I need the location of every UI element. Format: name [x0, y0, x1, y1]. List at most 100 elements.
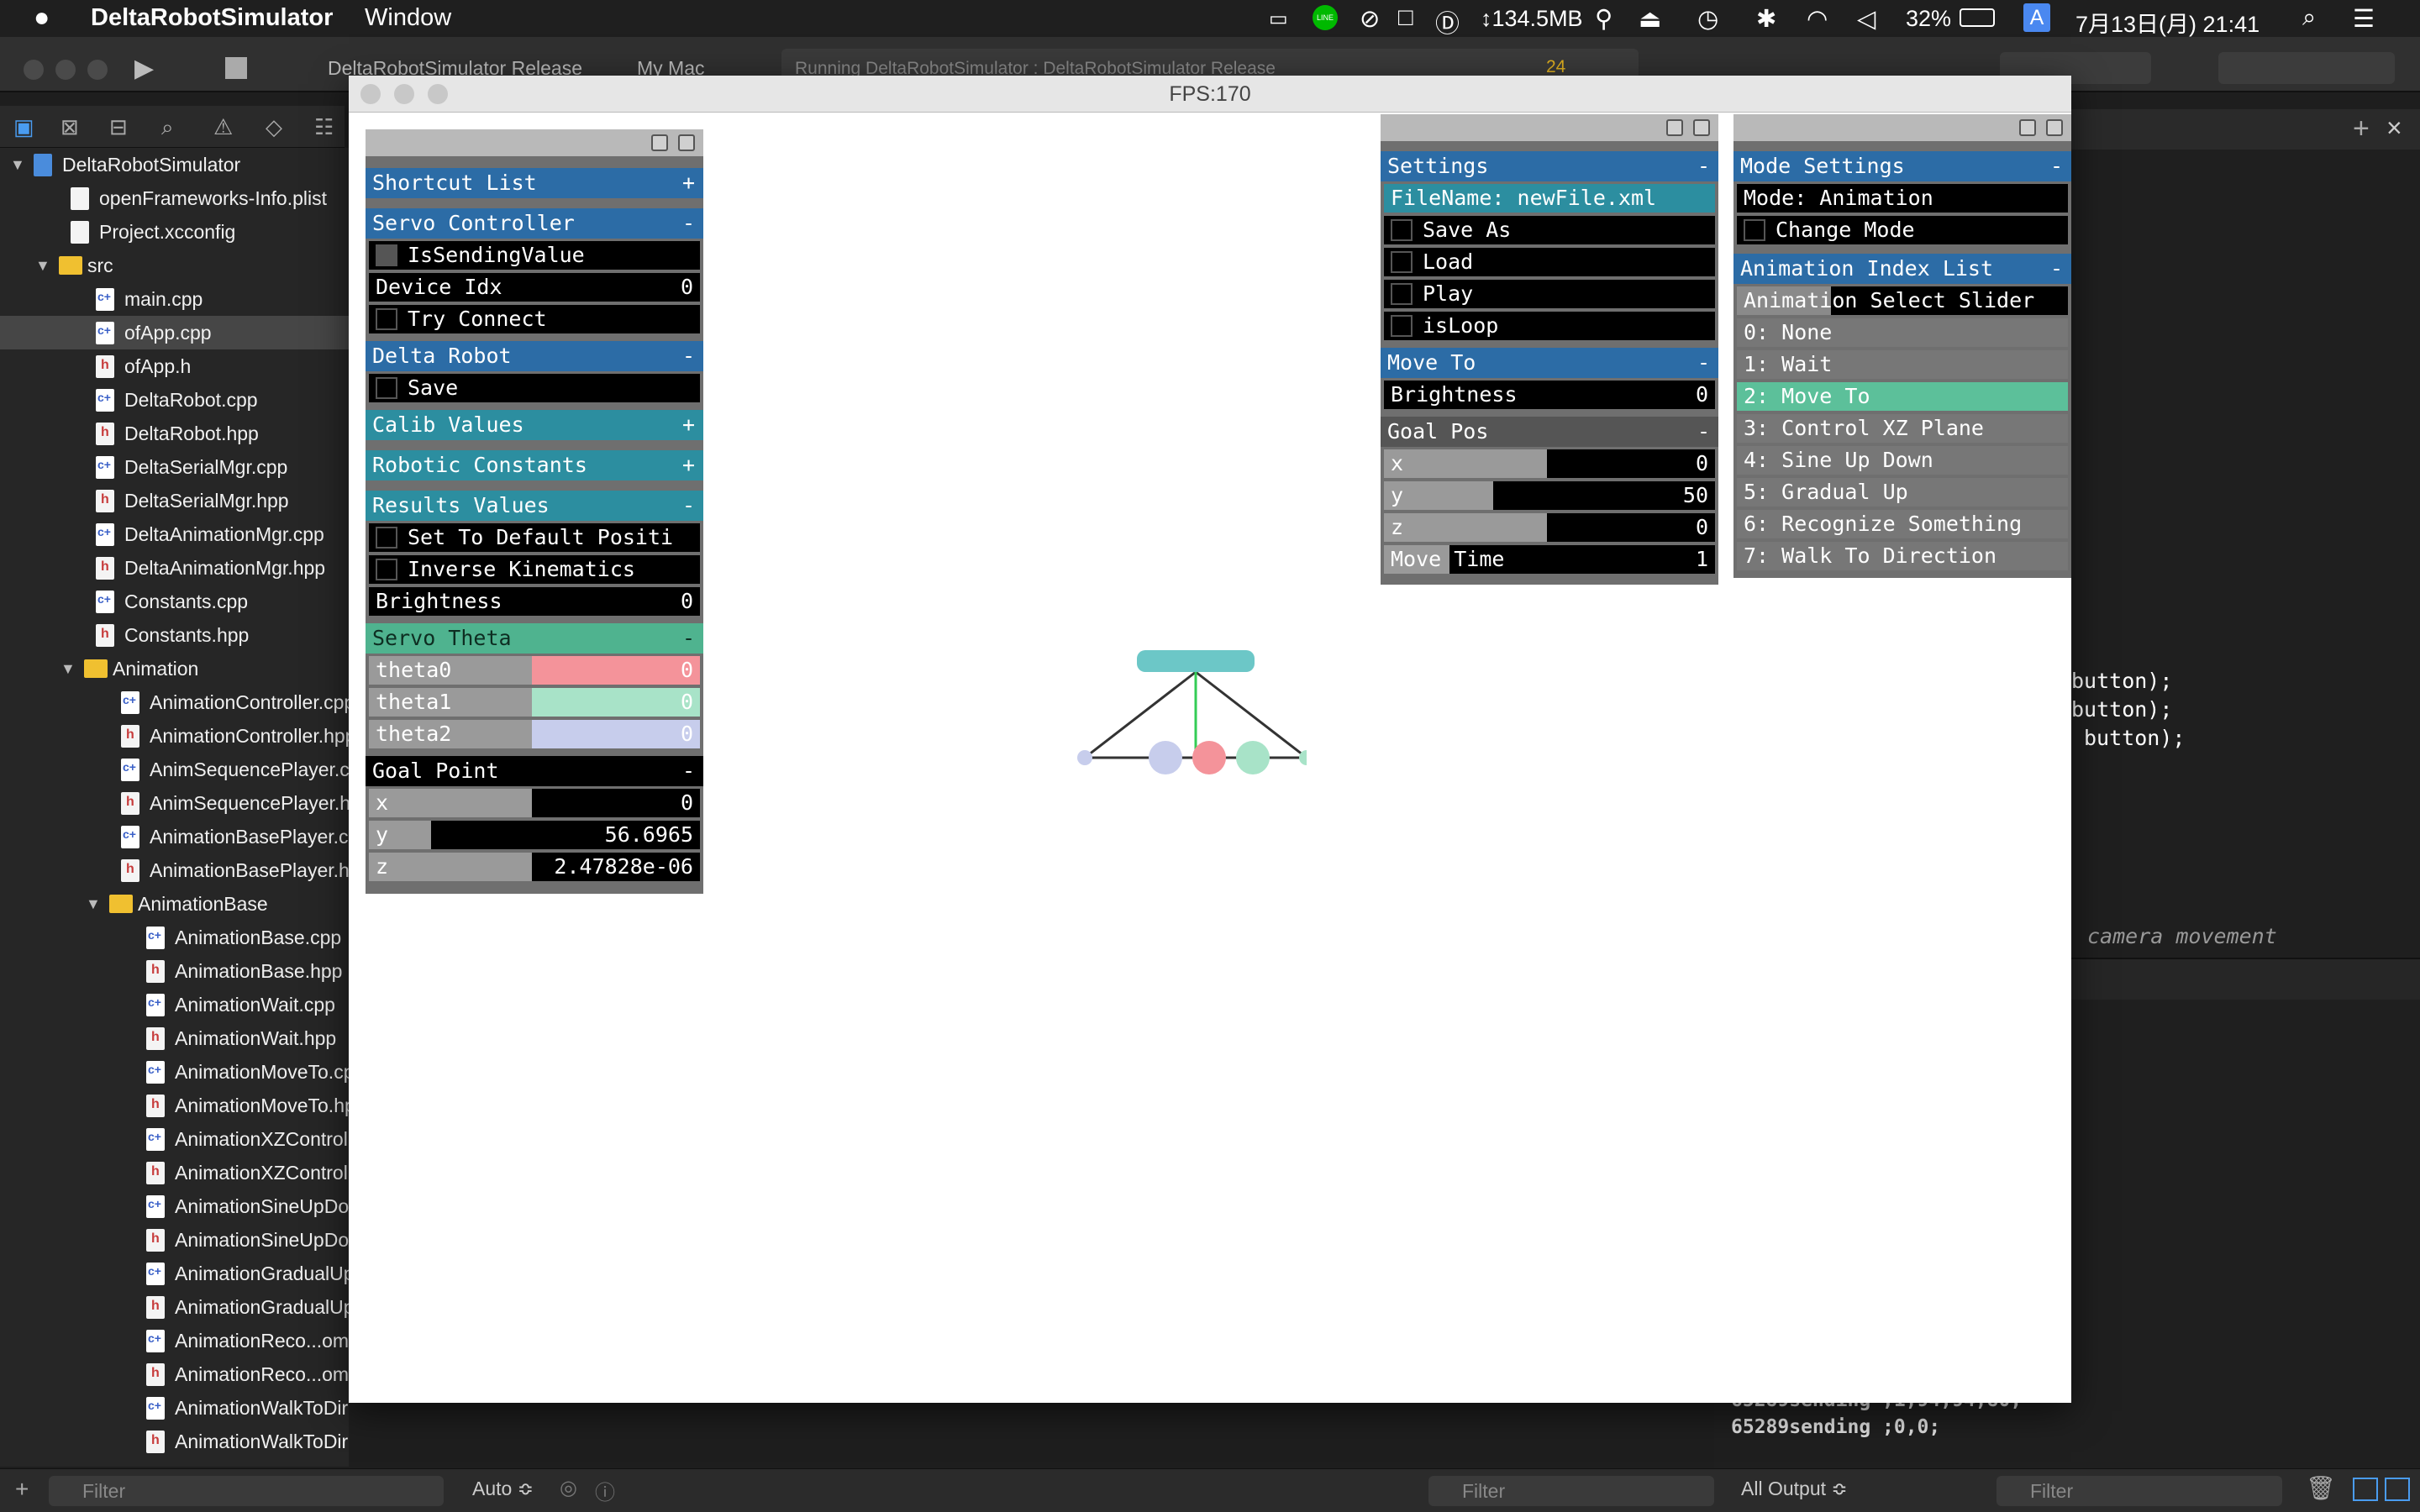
- navigator-file[interactable]: h AnimationGradualUp.h: [0, 1290, 349, 1324]
- debug-navigator-icon[interactable]: ☷: [314, 114, 334, 140]
- output-selector[interactable]: All Output ≎: [1741, 1478, 1848, 1500]
- issue-navigator-icon[interactable]: ⚠: [213, 114, 233, 140]
- add-tab-icon[interactable]: +: [2353, 113, 2370, 145]
- code-line[interactable]: button);: [2071, 697, 2172, 722]
- navigator-file[interactable]: h AnimationMoveTo.hpp: [0, 1089, 349, 1122]
- navigator-file[interactable]: c+ DeltaRobot.cpp: [0, 383, 349, 417]
- wifi-icon[interactable]: ◠: [1807, 4, 1828, 34]
- theta0-slider[interactable]: theta0 0: [369, 656, 700, 685]
- button-box[interactable]: [1391, 219, 1413, 241]
- save-panel-icon[interactable]: [1693, 119, 1710, 136]
- navigator-file[interactable]: c+ AnimSequencePlayer.cpp: [0, 753, 349, 786]
- navigator-group[interactable]: ▼ src: [0, 249, 349, 282]
- brightness-field[interactable]: Brightness 0: [1384, 381, 1715, 409]
- inverse-kinematics-button[interactable]: Inverse Kinematics: [369, 555, 700, 584]
- animation-list-item[interactable]: 1: Wait: [1737, 350, 2068, 379]
- app-minimize-button[interactable]: [394, 84, 414, 104]
- navigator-file[interactable]: h AnimationReco...omet: [0, 1357, 349, 1391]
- load-button[interactable]: Load: [1384, 248, 1715, 276]
- animation-select-slider[interactable]: Animation Select Slider: [1737, 286, 2068, 315]
- xcode-zoom-button[interactable]: [87, 60, 108, 80]
- collapse-toggle[interactable]: -: [682, 759, 695, 783]
- group-calib-values[interactable]: Calib Values +: [366, 410, 703, 440]
- navigator-file[interactable]: c+ DeltaSerialMgr.cpp: [0, 450, 349, 484]
- collapse-toggle[interactable]: -: [682, 626, 695, 650]
- window-icon[interactable]: □: [1398, 4, 1413, 32]
- code-comment[interactable]: camera movement: [2087, 924, 2277, 948]
- navigator-file[interactable]: h ofApp.h: [0, 349, 349, 383]
- navigator-file[interactable]: c+ AnimationSineUpDow: [0, 1189, 349, 1223]
- brightness-field[interactable]: Brightness 0: [369, 587, 700, 616]
- refresh-icon[interactable]: [2019, 119, 2036, 136]
- button-box[interactable]: [376, 377, 397, 399]
- navigator-file[interactable]: Project.xcconfig: [0, 215, 349, 249]
- navigator-file[interactable]: h AnimationBasePlayer.hpp: [0, 853, 349, 887]
- project-navigator-icon[interactable]: ▣: [13, 114, 34, 140]
- disclosure-triangle-icon[interactable]: ▼: [10, 156, 25, 174]
- collapse-toggle[interactable]: -: [1697, 154, 1710, 178]
- menu-clock[interactable]: 7月13日(月) 21:41: [2075, 6, 2260, 39]
- code-line[interactable]: button);: [2071, 669, 2172, 693]
- navigator-file[interactable]: h AnimationBase.hpp: [0, 954, 349, 988]
- navigator-file[interactable]: c+ AnimationGradualUp.c: [0, 1257, 349, 1290]
- navigator-file[interactable]: h DeltaSerialMgr.hpp: [0, 484, 349, 517]
- navigator-file[interactable]: h AnimationWalkToDirection.hpp: [0, 1425, 349, 1458]
- button-box[interactable]: [1391, 251, 1413, 273]
- app-close-button[interactable]: [360, 84, 381, 104]
- navigator-file[interactable]: h AnimationSineUpDow: [0, 1223, 349, 1257]
- group-goal-pos[interactable]: Goal Pos -: [1381, 417, 1718, 447]
- collapse-toggle[interactable]: -: [682, 344, 695, 368]
- refresh-icon[interactable]: [651, 134, 668, 151]
- checkbox-icon[interactable]: [1391, 315, 1413, 337]
- bluetooth-icon[interactable]: ✱: [1756, 4, 1776, 34]
- goal-pos-z-slider[interactable]: z0: [1384, 513, 1715, 542]
- notification-center-icon[interactable]: ☰: [2353, 4, 2375, 34]
- navigator-file[interactable]: c+ Constants.cpp: [0, 585, 349, 618]
- screen-icon[interactable]: ▭: [1269, 7, 1288, 31]
- try-connect-button[interactable]: Try Connect: [369, 305, 700, 333]
- collapse-toggle[interactable]: -: [2050, 154, 2063, 178]
- navigator-file[interactable]: h AnimSequencePlayer.hpp: [0, 786, 349, 820]
- info-icon[interactable]: ⓘ: [595, 1476, 615, 1505]
- navigator-file[interactable]: c+ AnimationController.cpp: [0, 685, 349, 719]
- animation-list-item[interactable]: 5: Gradual Up: [1737, 478, 2068, 507]
- group-goal-point[interactable]: Goal Point -: [366, 756, 703, 786]
- split-left-icon[interactable]: [2353, 1478, 2378, 1501]
- eye-icon[interactable]: ◎: [560, 1476, 577, 1500]
- button-box[interactable]: [376, 527, 397, 549]
- navigator-file[interactable]: h AnimationWait.hpp: [0, 1021, 349, 1055]
- button-box[interactable]: [376, 308, 397, 330]
- spotlight-icon[interactable]: ⌕: [2302, 4, 2316, 32]
- add-file-icon[interactable]: +: [15, 1476, 29, 1503]
- group-results-values[interactable]: Results Values -: [366, 491, 703, 521]
- group-settings[interactable]: Settings -: [1381, 151, 1718, 181]
- collapse-toggle[interactable]: -: [682, 493, 695, 517]
- close-tab-icon[interactable]: ×: [2386, 113, 2402, 144]
- split-right-icon[interactable]: [2385, 1478, 2410, 1501]
- group-delta-robot[interactable]: Delta Robot -: [366, 341, 703, 371]
- group-move-to[interactable]: Move To -: [1381, 348, 1718, 378]
- goal-z-slider[interactable]: z 2.47828e-06: [369, 853, 700, 881]
- menu-app-name[interactable]: DeltaRobotSimulator: [91, 4, 333, 32]
- xcode-minimize-button[interactable]: [55, 60, 76, 80]
- animation-list-item[interactable]: 6: Recognize Something: [1737, 510, 2068, 538]
- navigator-file[interactable]: c+ main.cpp: [0, 282, 349, 316]
- goal-x-slider[interactable]: x0: [369, 789, 700, 817]
- is-loop-toggle[interactable]: isLoop: [1384, 312, 1715, 340]
- source-control-icon[interactable]: ⊠: [60, 114, 79, 140]
- navigator-filter[interactable]: Filter: [49, 1476, 444, 1506]
- symbol-navigator-icon[interactable]: ⊟: [109, 114, 128, 140]
- expand-toggle[interactable]: +: [682, 412, 695, 437]
- navigator-file[interactable]: c+ AnimationXZControl.c: [0, 1122, 349, 1156]
- auto-selector[interactable]: Auto ≎: [472, 1478, 534, 1500]
- app-zoom-button[interactable]: [428, 84, 448, 104]
- line-icon[interactable]: LINE: [1313, 5, 1338, 30]
- timemachine-icon[interactable]: ◷: [1697, 4, 1718, 34]
- trash-icon[interactable]: 🗑: [2306, 1474, 2336, 1502]
- button-box[interactable]: [376, 559, 397, 580]
- expand-toggle[interactable]: +: [682, 453, 695, 477]
- disclosure-triangle-icon[interactable]: ▼: [35, 257, 50, 275]
- test-navigator-icon[interactable]: ◇: [266, 114, 282, 140]
- input-method-icon[interactable]: A: [2023, 3, 2050, 32]
- set-default-button[interactable]: Set To Default Positi: [369, 523, 700, 552]
